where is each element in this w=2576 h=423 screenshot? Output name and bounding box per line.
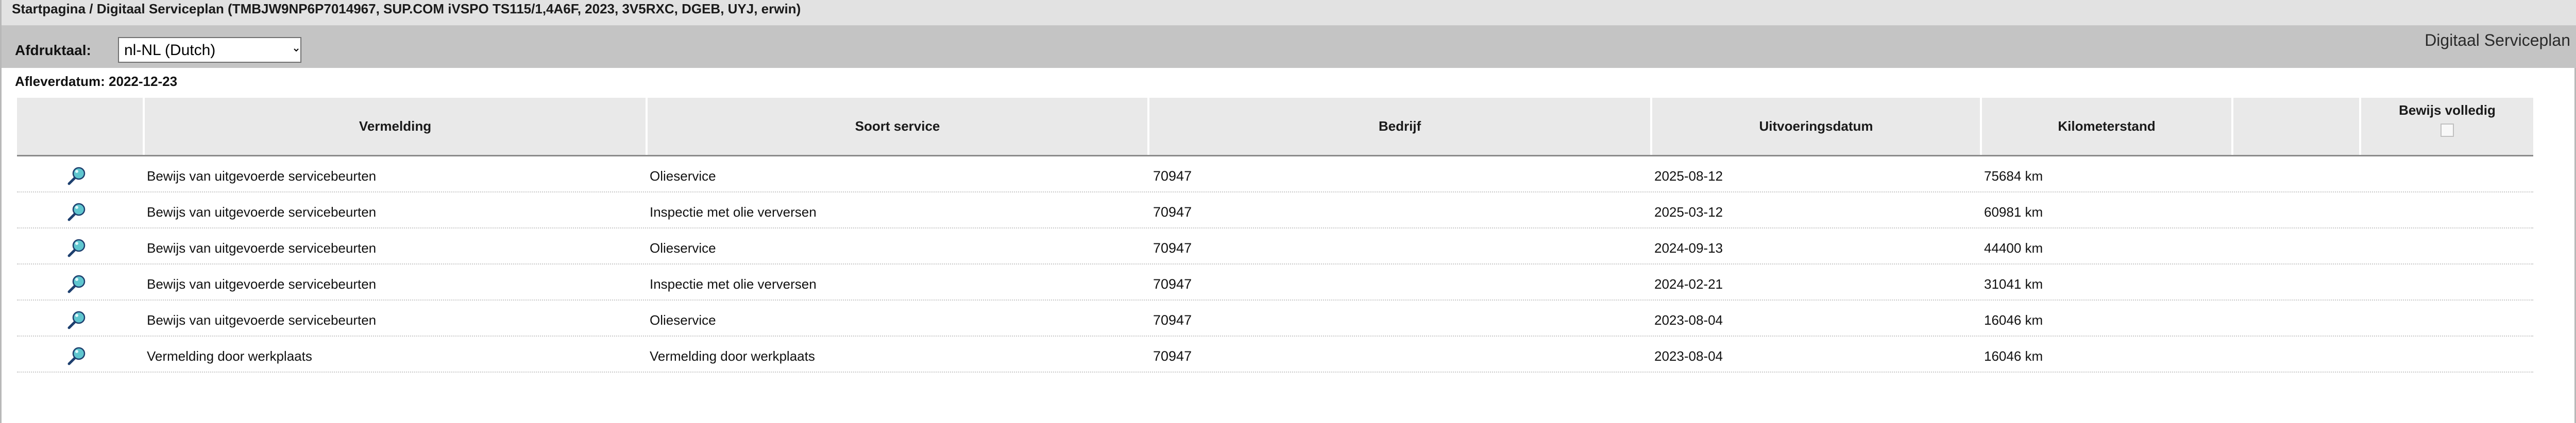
execution-date-cell: 2024-02-21 bbox=[1654, 276, 1723, 292]
service-type-cell: Olieservice bbox=[650, 168, 716, 184]
service-type-cell: Olieservice bbox=[650, 312, 716, 328]
execution-date-cell: 2023-08-04 bbox=[1654, 348, 1723, 364]
breadcrumb-current: Digitaal Serviceplan (TMBJW9NP6P7014967,… bbox=[96, 1, 801, 16]
column-header-action bbox=[17, 98, 145, 155]
column-header-blank bbox=[2233, 98, 2361, 155]
company-cell: 70947 bbox=[1153, 204, 1192, 220]
mileage-cell: 44400 km bbox=[1984, 240, 2043, 256]
delivery-date: Afleverdatum: 2022-12-23 bbox=[15, 74, 178, 89]
table-body: Bewijs van uitgevoerde servicebeurten Oli… bbox=[17, 156, 2533, 373]
breadcrumb: Startpagina / Digitaal Serviceplan (TMBJ… bbox=[2, 0, 2576, 26]
service-type-cell: Inspectie met olie verversen bbox=[650, 276, 817, 292]
entry-cell: Bewijs van uitgevoerde servicebeurten bbox=[147, 168, 377, 184]
execution-date-cell: 2025-08-12 bbox=[1654, 168, 1723, 184]
entry-cell: Bewijs van uitgevoerde servicebeurten bbox=[147, 204, 377, 220]
company-cell: 70947 bbox=[1153, 168, 1192, 184]
service-table: Vermelding Soort service Bedrijf Uitvoer… bbox=[17, 98, 2533, 373]
mileage-cell: 16046 km bbox=[1984, 348, 2043, 364]
column-header-proof-complete: Bewijs volledig bbox=[2361, 98, 2533, 155]
execution-date-cell: 2025-03-12 bbox=[1654, 204, 1723, 220]
column-header-execution-date[interactable]: Uitvoeringsdatum bbox=[1652, 98, 1982, 155]
print-language-select[interactable]: nl-NL (Dutch) bbox=[118, 37, 301, 63]
table-row[interactable]: Bewijs van uitgevoerde servicebeurten Ins… bbox=[17, 265, 2533, 301]
table-row[interactable]: Bewijs van uitgevoerde servicebeurten Oli… bbox=[17, 301, 2533, 337]
company-cell: 70947 bbox=[1153, 348, 1192, 364]
magnifier-icon[interactable] bbox=[66, 310, 87, 330]
print-language-label: Afdruktaal: bbox=[15, 42, 91, 58]
entry-cell: Vermelding door werkplaats bbox=[147, 348, 312, 364]
mileage-cell: 60981 km bbox=[1984, 204, 2043, 220]
column-header-mileage[interactable]: Kilometerstand bbox=[1982, 98, 2233, 155]
magnifier-icon[interactable] bbox=[66, 274, 87, 294]
table-header: Vermelding Soort service Bedrijf Uitvoer… bbox=[17, 98, 2533, 156]
digital-service-plan-page: Startpagina / Digitaal Serviceplan (TMBJ… bbox=[0, 0, 2576, 423]
column-header-company[interactable]: Bedrijf bbox=[1149, 98, 1652, 155]
entry-cell: Bewijs van uitgevoerde servicebeurten bbox=[147, 240, 377, 256]
magnifier-icon[interactable] bbox=[66, 238, 87, 258]
breadcrumb-home-link[interactable]: Startpagina bbox=[12, 1, 86, 16]
magnifier-icon[interactable] bbox=[66, 166, 87, 186]
execution-date-cell: 2023-08-04 bbox=[1654, 312, 1723, 328]
table-row[interactable]: Vermelding door werkplaats Vermelding doo… bbox=[17, 337, 2533, 373]
entry-cell: Bewijs van uitgevoerde servicebeurten bbox=[147, 276, 377, 292]
company-cell: 70947 bbox=[1153, 276, 1192, 292]
proof-complete-label: Bewijs volledig bbox=[2399, 102, 2496, 118]
column-header-service-type[interactable]: Soort service bbox=[648, 98, 1149, 155]
company-cell: 70947 bbox=[1153, 240, 1192, 256]
entry-cell: Bewijs van uitgevoerde servicebeurten bbox=[147, 312, 377, 328]
magnifier-icon[interactable] bbox=[66, 202, 87, 222]
mileage-cell: 16046 km bbox=[1984, 312, 2043, 328]
execution-date-cell: 2024-09-13 bbox=[1654, 240, 1723, 256]
company-cell: 70947 bbox=[1153, 312, 1192, 328]
service-type-cell: Olieservice bbox=[650, 240, 716, 256]
service-type-cell: Inspectie met olie verversen bbox=[650, 204, 817, 220]
service-type-cell: Vermelding door werkplaats bbox=[650, 348, 815, 364]
table-row[interactable]: Bewijs van uitgevoerde servicebeurten Ins… bbox=[17, 192, 2533, 228]
mileage-cell: 75684 km bbox=[1984, 168, 2043, 184]
table-row[interactable]: Bewijs van uitgevoerde servicebeurten Oli… bbox=[17, 228, 2533, 265]
table-row[interactable]: Bewijs van uitgevoerde servicebeurten Oli… bbox=[17, 156, 2533, 192]
module-title: Digitaal Serviceplan bbox=[2425, 31, 2570, 49]
mileage-cell: 31041 km bbox=[1984, 276, 2043, 292]
toolbar: Afdruktaal: nl-NL (Dutch) Digitaal Servi… bbox=[2, 26, 2576, 68]
magnifier-icon[interactable] bbox=[66, 346, 87, 366]
column-header-entry[interactable]: Vermelding bbox=[145, 98, 648, 155]
proof-complete-checkbox[interactable] bbox=[2441, 124, 2454, 137]
breadcrumb-separator: / bbox=[86, 1, 97, 16]
